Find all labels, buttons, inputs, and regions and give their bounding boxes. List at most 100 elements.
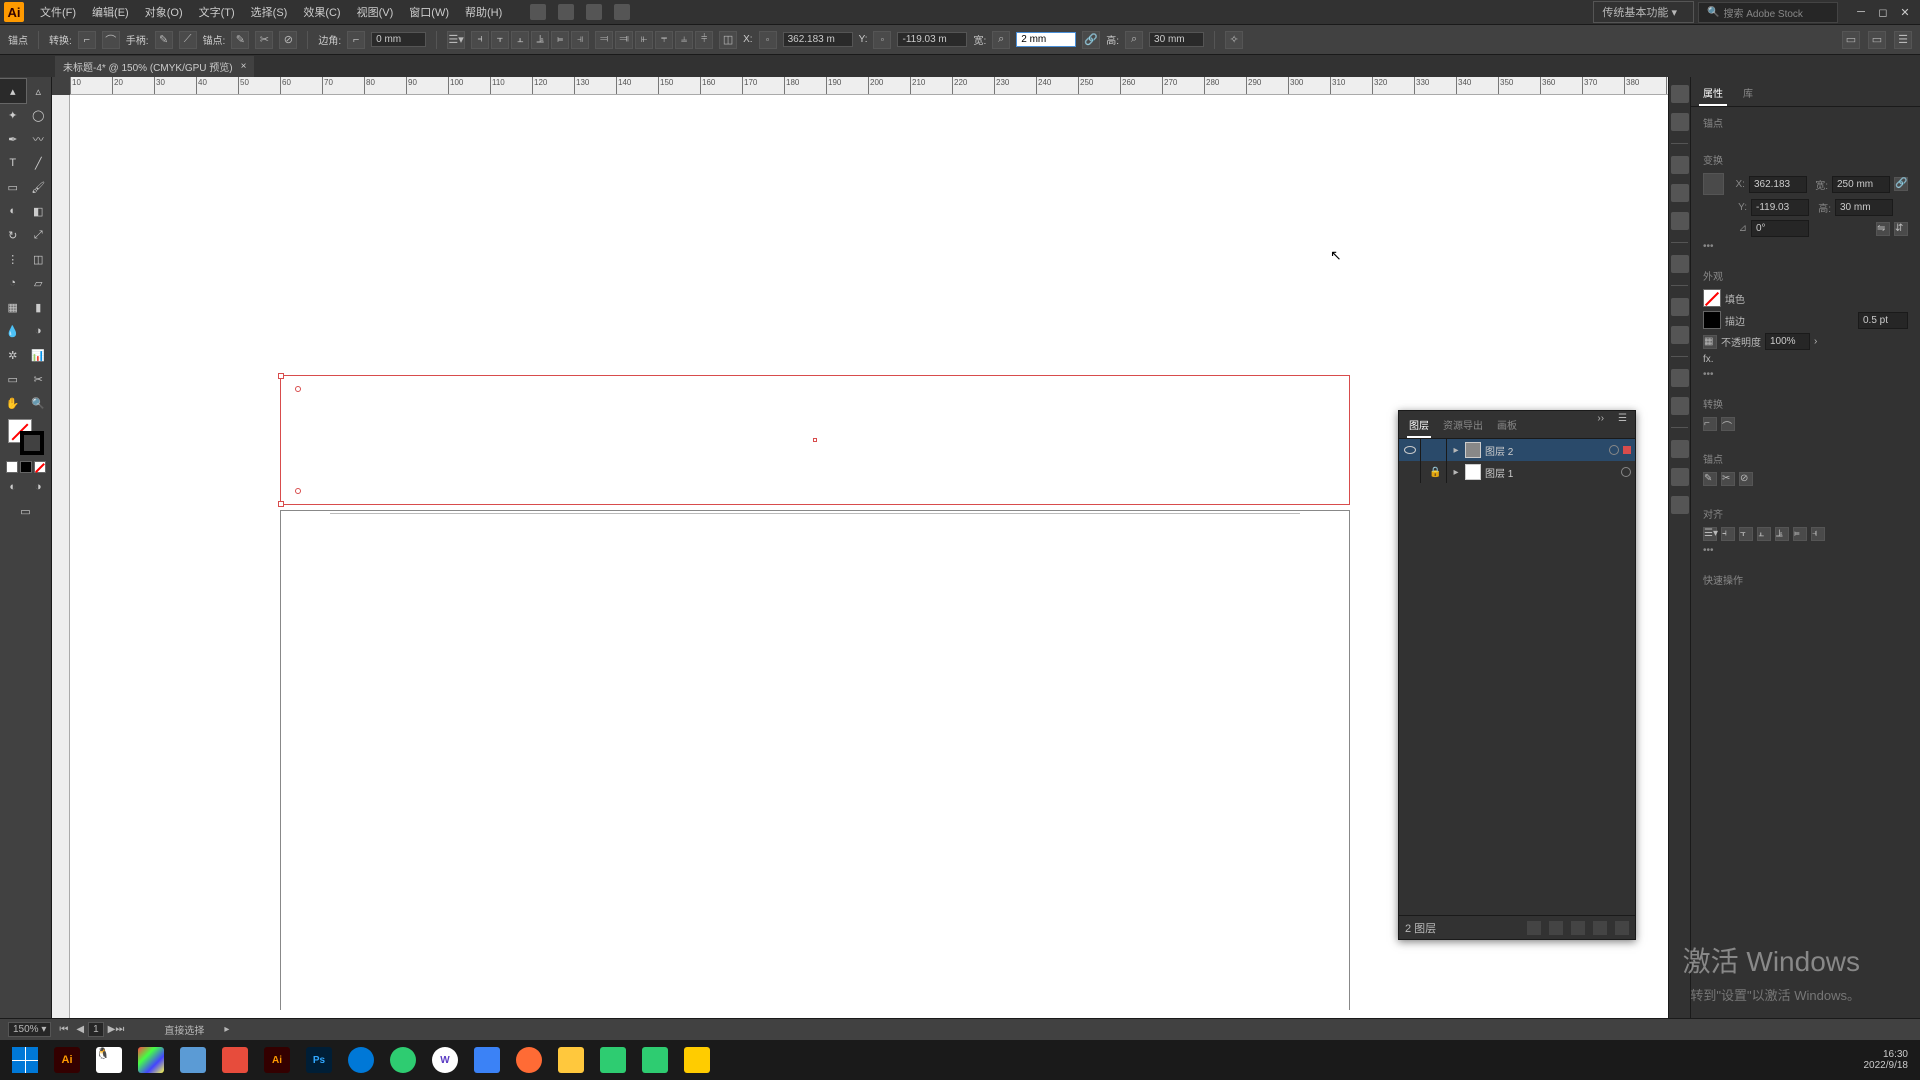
isolate-icon[interactable]: ✧ [1225,31,1243,49]
prop-h-input[interactable] [1835,199,1893,216]
opacity-icon[interactable]: ▦ [1703,335,1717,349]
target-icon[interactable] [1609,445,1619,455]
layer-name[interactable]: 图层 1 [1485,465,1617,480]
maximize-button[interactable]: ◻ [1876,5,1890,19]
delete-layer-icon[interactable] [1615,921,1629,935]
lock-icon[interactable]: 🔒 [1425,461,1447,483]
opacity-input[interactable] [1765,333,1810,350]
corner-convert-icon[interactable]: ⌐ [1703,417,1717,431]
anchor-remove-icon[interactable]: ✎ [1703,472,1717,486]
layer-name[interactable]: 图层 2 [1485,443,1605,458]
lock-col[interactable] [1425,439,1447,461]
free-transform-tool[interactable]: ◫ [26,247,52,271]
selection-tool[interactable]: ▴ [0,79,26,103]
taskbar-dd[interactable] [468,1044,506,1076]
color-swatch[interactable] [8,419,44,455]
appearance-more-icon[interactable]: ••• [1703,369,1908,380]
arrow-icon[interactable] [614,4,630,20]
taskbar-wechat[interactable] [594,1044,632,1076]
menu-effect[interactable]: 效果(C) [295,0,348,24]
close-button[interactable]: ✕ [1898,5,1912,19]
taskbar-app2[interactable] [216,1044,254,1076]
cut-path-icon[interactable]: ✂ [255,31,273,49]
layer-row[interactable]: 🔒 ▸ 图层 1 [1399,461,1635,483]
dock-color-icon[interactable] [1671,85,1689,103]
dist-left-icon[interactable]: ⫧ [655,31,673,49]
align-vcenter-icon[interactable]: ⫢ [551,31,569,49]
taskbar-app3[interactable] [636,1044,674,1076]
grid-icon[interactable] [586,4,602,20]
tab-close-icon[interactable]: × [241,61,247,72]
layers-panel[interactable]: 图层 资源导出 画板 ›› ☰ ▸ 图层 2 🔒 ▸ 图层 1 2 图层 [1398,410,1636,940]
gradient-tool[interactable]: ▮ [26,295,52,319]
hand-tool[interactable]: ✋ [0,391,26,415]
ruler-horizontal[interactable]: 1020304050607080901001101201301401501601… [70,77,1668,95]
handle-show-icon[interactable]: ✎ [155,31,173,49]
h-link-icon[interactable]: ⌕ [1125,31,1143,49]
taskbar-store[interactable] [132,1044,170,1076]
stroke-swatch-prop[interactable] [1703,311,1721,329]
w-input[interactable] [1016,32,1076,47]
scale-tool[interactable]: ⤢ [26,223,52,247]
eraser-tool[interactable]: ◧ [26,199,52,223]
handle-hide-icon[interactable]: ⟋ [179,31,197,49]
zoom-dropdown[interactable]: 150% ▾ [8,1022,51,1037]
disclosure-icon[interactable]: ▸ [1451,445,1461,455]
type-tool[interactable]: T [0,151,26,175]
align-left-icon[interactable]: ⫞ [471,31,489,49]
stroke-swatch[interactable] [20,431,44,455]
draw-behind-icon[interactable]: ◑ [26,475,52,499]
tab-artboards[interactable]: 画板 [1495,413,1519,438]
align-to-icon[interactable]: ☰▾ [1703,527,1717,541]
align-dd-icon[interactable]: ☰▾ [447,31,465,49]
screen-mode-icon[interactable]: ▭ [0,499,51,523]
lasso-tool[interactable]: ◯ [26,103,52,127]
minimize-button[interactable]: ─ [1854,5,1868,19]
panel-toggle-2-icon[interactable]: ▭ [1868,31,1886,49]
artboard-nav-first-icon[interactable]: ⏮ [59,1024,68,1035]
shape-builder-tool[interactable]: ◔ [0,271,26,295]
artboard-nav-prev-icon[interactable]: ◀ [76,1024,84,1035]
corner-input[interactable] [371,32,426,47]
workspace-dropdown[interactable]: 传统基本功能 ▾ [1593,1,1694,23]
dock-gradient-icon[interactable] [1671,298,1689,316]
link-wh-prop-icon[interactable]: 🔗 [1894,177,1908,191]
visibility-icon[interactable] [1404,446,1416,454]
p-align-right-icon[interactable]: ⫠ [1757,527,1771,541]
taskbar-ai2[interactable]: Ai [258,1044,296,1076]
dock-transparency-icon[interactable] [1671,326,1689,344]
target-icon[interactable] [1621,467,1631,477]
slice-tool[interactable]: ✂ [26,367,52,391]
dist-top-icon[interactable]: ⫤ [595,31,613,49]
rectangle-tool[interactable]: ▭ [0,175,26,199]
perspective-tool[interactable]: ▱ [26,271,52,295]
tab-asset-export[interactable]: 资源导出 [1441,413,1485,438]
dock-appearance-icon[interactable] [1671,369,1689,387]
dock-layers-icon[interactable] [1671,440,1689,458]
remove-anchor-icon[interactable]: ✎ [231,31,249,49]
pen-tool[interactable]: ✒ [0,127,26,151]
dock-menu-icon[interactable] [1671,255,1689,273]
refpoint-widget[interactable] [1703,173,1724,195]
artboard-tool[interactable]: ▭ [0,367,26,391]
transform-icon[interactable]: ◫ [719,31,737,49]
blend-tool[interactable]: ◑ [26,319,52,343]
corner-type-icon[interactable]: ⌐ [347,31,365,49]
dist-right-icon[interactable]: ⫩ [695,31,713,49]
line-tool[interactable]: ╱ [26,151,52,175]
graph-tool[interactable]: 📊 [26,343,52,367]
arrange-icon[interactable] [558,4,574,20]
taskbar-wps[interactable] [174,1044,212,1076]
align-hcenter-icon[interactable]: ⫟ [491,31,509,49]
menu-view[interactable]: 视图(V) [349,0,402,24]
menu-edit[interactable]: 编辑(E) [84,0,137,24]
menu-object[interactable]: 对象(O) [137,0,191,24]
symbol-sprayer-tool[interactable]: ✲ [0,343,26,367]
magic-wand-tool[interactable]: ✦ [0,103,26,127]
mask-icon[interactable] [1549,921,1563,935]
taskbar-folder[interactable] [552,1044,590,1076]
none-mode-icon[interactable] [34,461,46,473]
align-right-icon[interactable]: ⫠ [511,31,529,49]
flip-h-icon[interactable]: ⇋ [1876,222,1890,236]
sublayer-icon[interactable] [1571,921,1585,935]
